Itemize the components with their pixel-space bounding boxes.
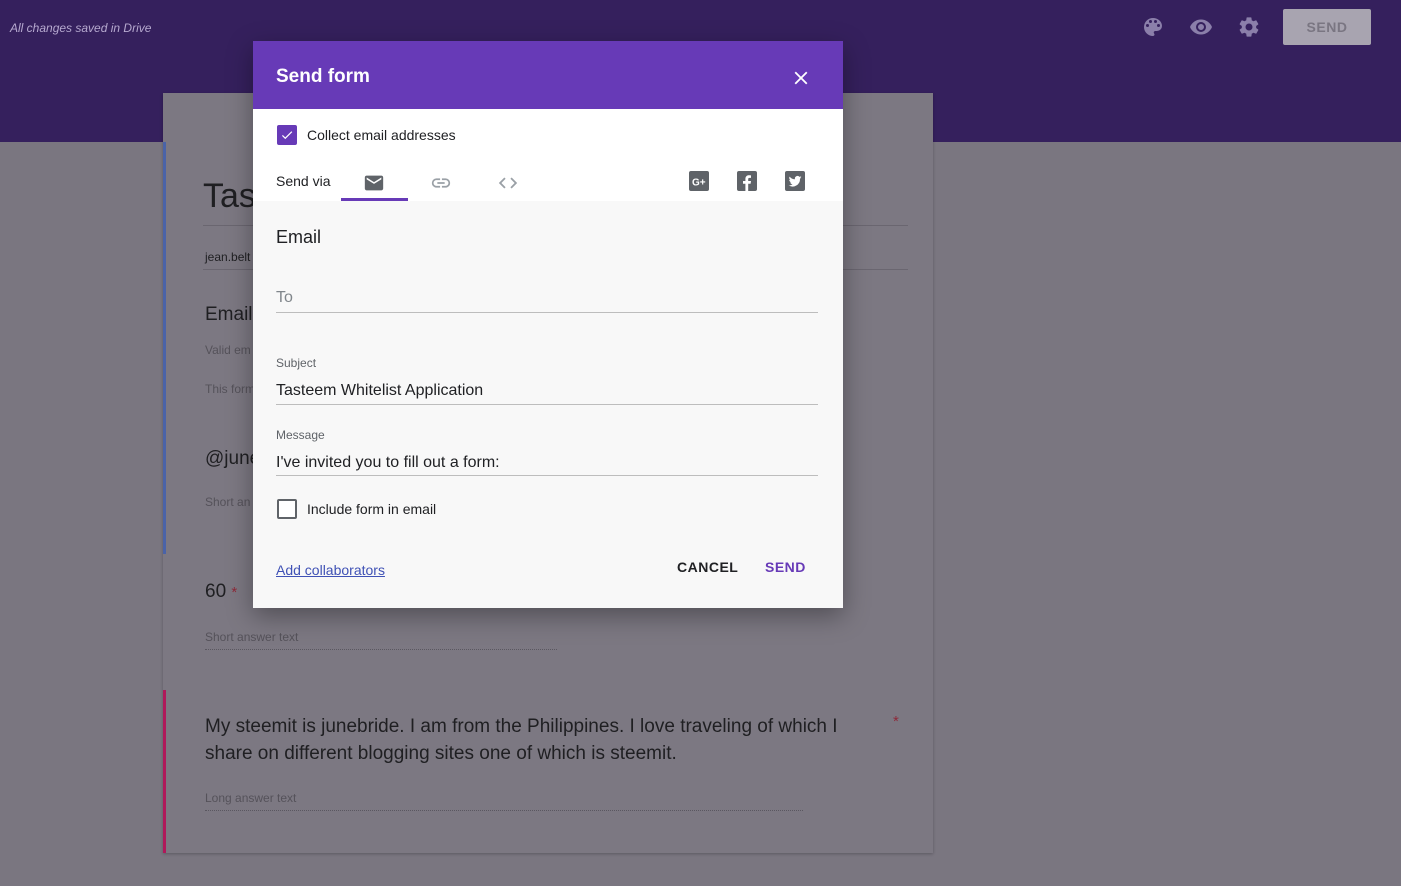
collect-email-label[interactable]: Collect email addresses: [307, 127, 456, 143]
question-2-hint: Short an: [205, 495, 251, 509]
dialog-title: Send form: [276, 66, 370, 87]
eye-icon[interactable]: [1189, 15, 1213, 39]
email-section-heading: Email: [276, 227, 322, 247]
gear-icon[interactable]: [1237, 15, 1261, 39]
facebook-icon[interactable]: [736, 170, 758, 192]
question-2-title[interactable]: @june: [205, 448, 260, 470]
question-email-hint: Valid em: [205, 343, 251, 357]
email-icon[interactable]: [341, 165, 407, 201]
svg-text:G+: G+: [692, 178, 706, 189]
message-label: Message: [276, 428, 325, 442]
subject-field[interactable]: Tasteem Whitelist Application: [276, 382, 818, 400]
selected-tab-indicator: [341, 198, 408, 201]
required-marker: *: [893, 713, 899, 730]
question-email-note: This form: [205, 382, 256, 396]
palette-icon[interactable]: [1141, 15, 1165, 39]
send-via-label: Send via: [276, 173, 331, 189]
twitter-icon[interactable]: [784, 170, 806, 192]
to-field[interactable]: [276, 284, 818, 313]
cancel-button[interactable]: CANCEL: [677, 559, 738, 575]
question-3-hint: Short answer text: [205, 630, 299, 644]
question-4-hint: Long answer text: [205, 791, 297, 805]
form-owner-email: jean.belt: [205, 250, 251, 264]
collect-email-checkbox[interactable]: [277, 125, 297, 145]
subject-underline: [276, 404, 818, 405]
dialog-header: Send form: [253, 41, 843, 109]
close-icon[interactable]: [790, 67, 812, 89]
subject-label: Subject: [276, 356, 317, 370]
google-plus-icon[interactable]: G+: [688, 170, 710, 192]
message-field[interactable]: I've invited you to fill out a form:: [276, 454, 818, 472]
add-collaborators-link[interactable]: Add collaborators: [276, 562, 385, 578]
question-3-text: 60: [205, 581, 227, 602]
embed-icon[interactable]: [475, 165, 541, 201]
form-title[interactable]: Tas: [203, 177, 256, 216]
header-send-button[interactable]: SEND: [1283, 9, 1371, 45]
include-form-label[interactable]: Include form in email: [307, 501, 436, 517]
question-email-title[interactable]: Email: [205, 304, 253, 326]
save-status: All changes saved in Drive: [10, 21, 152, 35]
question-4-answer-line: [205, 810, 803, 811]
send-button[interactable]: SEND: [765, 559, 806, 575]
link-icon[interactable]: [408, 165, 474, 201]
required-marker: *: [231, 584, 238, 601]
include-form-checkbox[interactable]: [277, 499, 297, 519]
question-3-answer-line: [205, 649, 557, 650]
question-4-title[interactable]: My steemit is junebride. I am from the P…: [205, 713, 885, 767]
question-3-title[interactable]: 60 *: [205, 581, 237, 603]
send-form-dialog: Send form Collect email addresses Send v…: [253, 41, 843, 608]
message-underline: [276, 475, 818, 476]
